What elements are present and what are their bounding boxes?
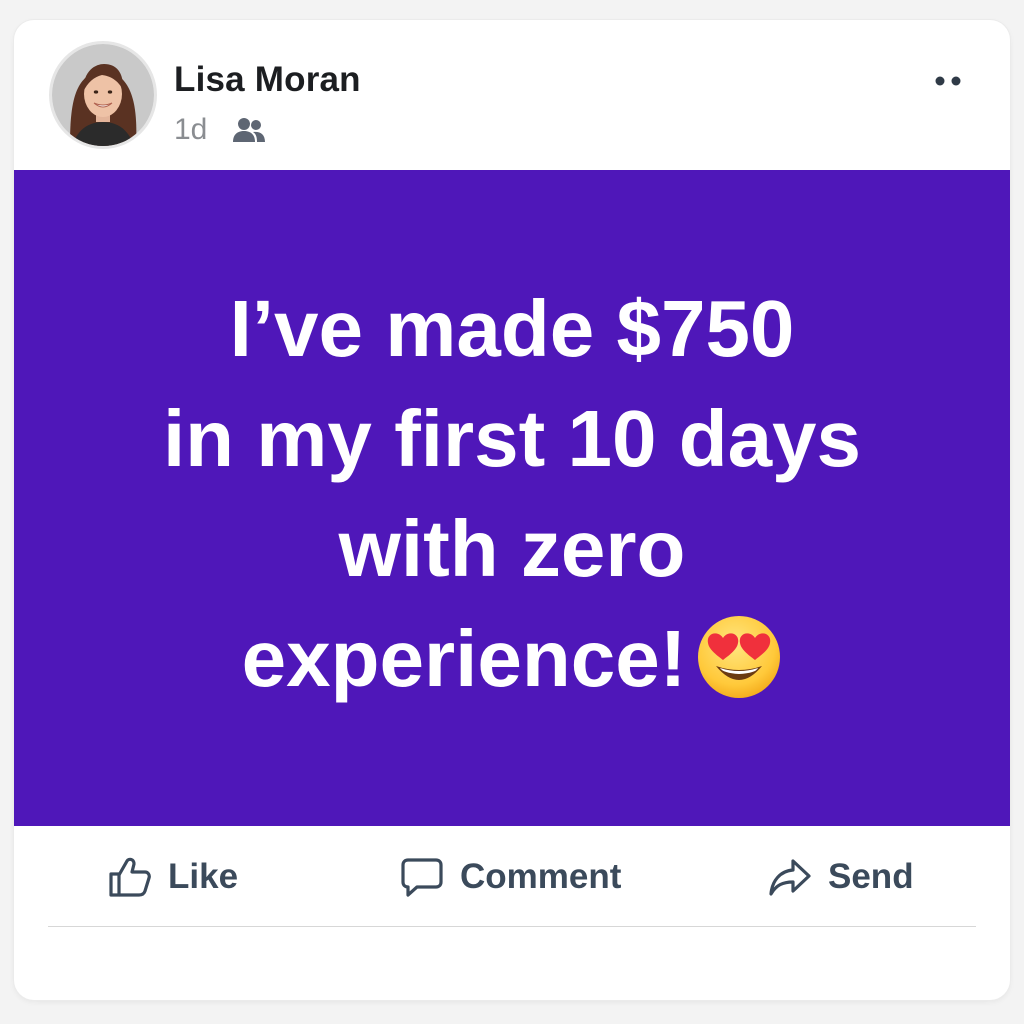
post-text-line: with zero	[338, 504, 686, 593]
divider	[48, 926, 976, 927]
post-timestamp[interactable]: 1d	[174, 113, 207, 147]
heart-eyes-emoji	[698, 615, 781, 698]
post-text-line-last: experience!	[62, 604, 962, 714]
post-header: Lisa Moran 1d	[14, 20, 1010, 170]
comment-label: Comment	[460, 857, 622, 896]
like-button[interactable]: Like	[108, 854, 238, 900]
post-image[interactable]: I’ve made $750 in my first 10 days with …	[14, 170, 1010, 826]
post-text-line: in my first 10 days	[162, 394, 862, 483]
author-avatar[interactable]	[52, 44, 154, 146]
author-name[interactable]: Lisa Moran	[174, 60, 361, 100]
friends-icon	[233, 118, 266, 142]
share-arrow-icon	[769, 859, 811, 896]
post-text-line: experience!	[241, 614, 687, 703]
post-text-line: I’ve made $750	[229, 284, 795, 373]
comment-icon	[401, 858, 443, 897]
post-card: Lisa Moran 1d I’ve made $750 in my first…	[14, 20, 1010, 1000]
like-label: Like	[168, 857, 239, 896]
post-actions: Like Comment Send	[14, 826, 1010, 928]
post-text: I’ve made $750 in my first 10 days with …	[62, 274, 962, 714]
post-meta: 1d	[174, 110, 266, 150]
more-options-icon	[935, 76, 961, 86]
thumbs-up-icon	[109, 857, 151, 897]
comment-button[interactable]: Comment	[400, 854, 621, 900]
send-label: Send	[828, 857, 914, 896]
send-button[interactable]: Send	[768, 854, 914, 900]
more-options-button[interactable]	[928, 66, 968, 96]
